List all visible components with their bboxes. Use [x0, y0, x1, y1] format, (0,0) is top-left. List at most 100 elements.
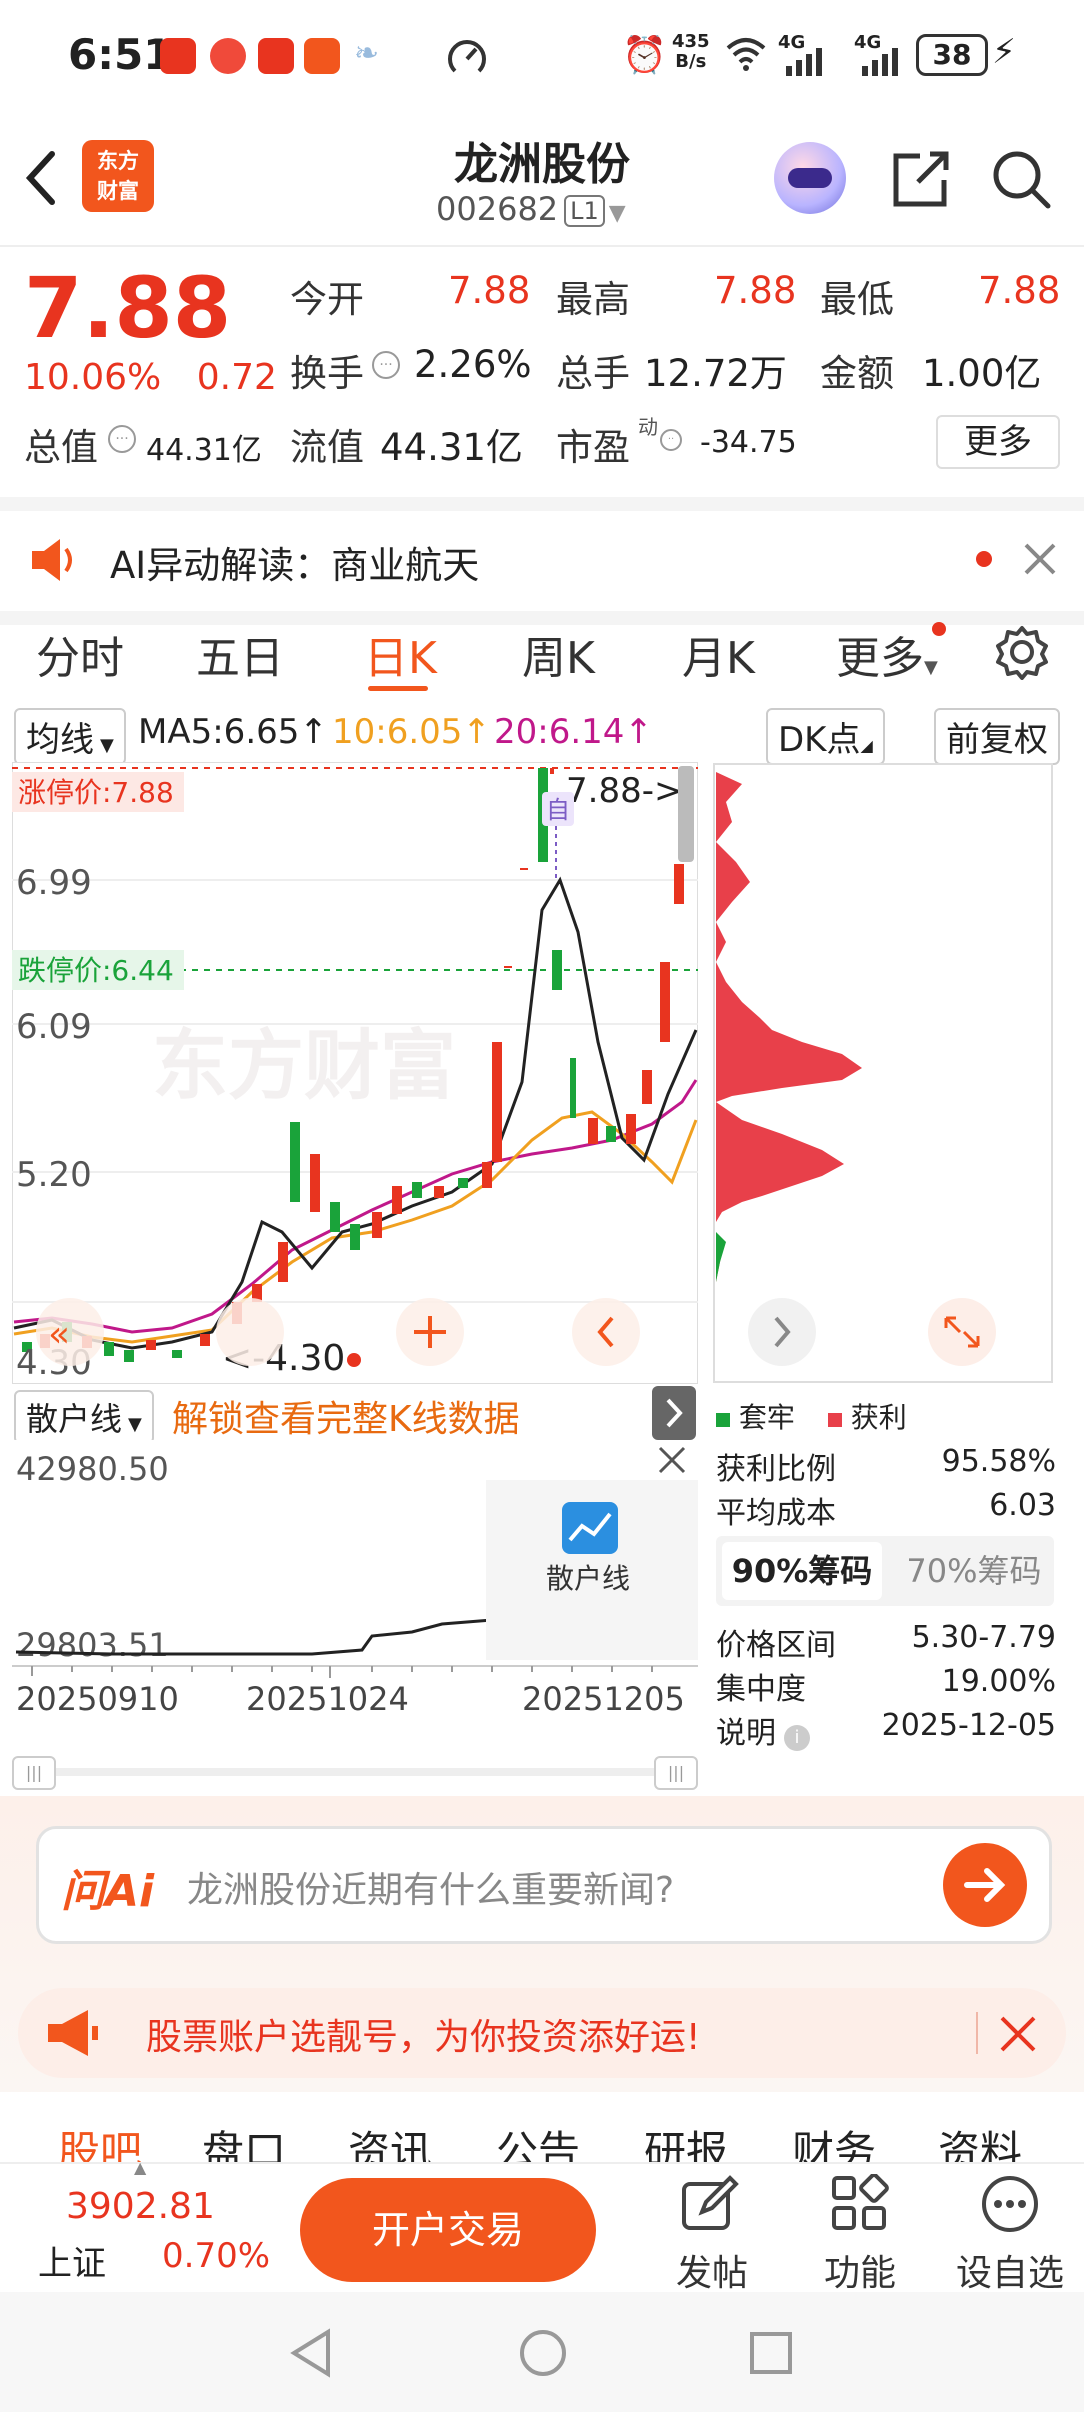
limit-down-label: 跌停价:6.44 — [18, 954, 174, 987]
tab-daily-k[interactable]: 日K — [364, 622, 437, 686]
unlock-kline-link[interactable]: 解锁查看完整K线数据 — [172, 1390, 520, 1442]
tab-monthly-k[interactable]: 月K — [682, 622, 755, 686]
speed-gauge-icon — [448, 40, 486, 78]
tab-research[interactable]: 研报 — [644, 2118, 728, 2162]
float-label: 流值 — [290, 426, 364, 469]
avg-cost-value: 6.03 — [989, 1488, 1056, 1523]
axis-tick: 6.99 — [16, 863, 92, 903]
open-account-trade-button[interactable]: 开户交易 — [300, 2178, 596, 2282]
slider-handle-left[interactable]: ||| — [12, 1756, 56, 1790]
low-value: 7.88 — [978, 269, 1061, 312]
tab-weekly-k[interactable]: 周K — [522, 622, 595, 686]
chevron-down-icon: ▼ — [128, 1414, 142, 1435]
legend-swatch — [716, 1413, 730, 1427]
post-label[interactable]: 发帖 — [676, 2244, 748, 2296]
tab-pankou[interactable]: 盘口 — [202, 2118, 286, 2162]
avg-cost-row: 平均成本 6.03 — [716, 1488, 1056, 1531]
index-value[interactable]: 3902.81 — [66, 2186, 215, 2227]
ai-robot-avatar[interactable] — [774, 142, 846, 214]
date-label: 20251205 — [522, 1680, 685, 1718]
legend-swatch — [827, 1413, 842, 1427]
expand-button[interactable] — [928, 1298, 996, 1366]
apps-grid-icon[interactable] — [830, 2174, 890, 2234]
tab-finance[interactable]: 财务 — [792, 2118, 876, 2162]
next-button[interactable] — [748, 1298, 816, 1366]
more-quote-button[interactable]: 更多 — [936, 415, 1060, 469]
chevron-right-icon — [666, 1398, 683, 1428]
tab-90-chip[interactable]: 90%筹码 — [722, 1542, 882, 1600]
vertical-scrollbar[interactable] — [678, 766, 694, 862]
info-dots-icon[interactable]: ··· — [372, 351, 400, 379]
unread-dot — [976, 551, 992, 567]
slider-handle-right[interactable]: ||| — [654, 1756, 698, 1790]
net-speed-unit: B/s — [675, 51, 707, 72]
nav-recents-icon[interactable] — [748, 2330, 794, 2376]
indicator-selector[interactable]: 散户线 ▼ — [14, 1390, 154, 1444]
kline-chart[interactable]: 东方财富 涨停价:7.88 跌停价:6.44 6.99 6.09 5.20 4.… — [12, 762, 698, 1384]
high-label: 最高 — [556, 278, 630, 321]
tab-news[interactable]: 资讯 — [348, 2118, 432, 2162]
legend-profit: 获利 — [850, 1401, 907, 1434]
info-dots-icon[interactable]: ··· — [108, 425, 136, 453]
zoom-out-button[interactable] — [216, 1298, 284, 1366]
turnover-label: 换手 — [290, 352, 364, 395]
tab-profile[interactable]: 资料 — [938, 2118, 1022, 2162]
level-badge: L1 — [564, 195, 605, 227]
range-slider[interactable]: ||| ||| — [12, 1756, 698, 1790]
open-label: 今开 — [290, 278, 364, 321]
chip-distribution-chart[interactable] — [712, 762, 1054, 1384]
back-arrow-icon[interactable] — [22, 148, 62, 208]
low-label: 最低 — [820, 278, 894, 321]
ask-ai-box[interactable]: 问Ai 龙洲股份近期有什么重要新闻? — [36, 1826, 1052, 1944]
ask-ai-input[interactable]: 龙洲股份近期有什么重要新闻? — [187, 1861, 674, 1913]
status-bar: 6:51 ❧ ⏰ 435 B/s 4G 4G 38 ⚡ — [0, 0, 1084, 110]
concentration-row: 集中度 19.00% — [716, 1664, 1056, 1707]
close-icon[interactable] — [1022, 541, 1058, 577]
tab-intraday[interactable]: 分时 — [36, 622, 124, 686]
tab-five-day[interactable]: 五日 — [196, 622, 284, 686]
app-notification-icon — [210, 38, 246, 74]
edit-post-icon[interactable] — [680, 2174, 740, 2234]
chip-legend: 套牢 获利 — [716, 1396, 907, 1436]
info-icon[interactable]: i — [784, 1725, 810, 1751]
app-notification-icon — [258, 38, 294, 74]
function-label[interactable]: 功能 — [824, 2244, 896, 2296]
active-tab-underline — [368, 686, 428, 691]
nav-home-icon[interactable] — [518, 2328, 568, 2378]
watermark: 东方财富 — [152, 1021, 456, 1110]
ask-ai-submit-button[interactable] — [943, 1843, 1027, 1927]
concentration-value: 19.00% — [941, 1664, 1056, 1699]
retail-line-chart[interactable]: 42980.50 29803.51 散户线 20250910 20251024 … — [12, 1440, 698, 1750]
more-dots-icon[interactable] — [978, 2172, 1042, 2236]
turnover-value: 2.26% — [414, 343, 532, 386]
search-icon[interactable] — [990, 148, 1054, 212]
bottom-action-bar: ▲ 3902.81 上证 0.70% 开户交易 发帖 功能 设自选 — [0, 2158, 1084, 2296]
volume-value: 12.72万 — [644, 352, 787, 395]
add-watchlist-label[interactable]: 设自选 — [956, 2244, 1064, 2296]
dk-point-selector[interactable]: DK点◢ — [766, 708, 885, 765]
close-icon[interactable] — [998, 2014, 1038, 2054]
prev-button[interactable] — [572, 1298, 640, 1366]
adjust-selector[interactable]: 前复权 — [934, 708, 1060, 765]
tab-70-chip[interactable]: 70%筹码 — [894, 1542, 1054, 1600]
promo-banner[interactable]: 股票账户选靓号，为你投资添好运! — [18, 1988, 1066, 2078]
ma-selector[interactable]: 均线 ▼ — [14, 708, 126, 765]
share-icon[interactable] — [890, 148, 952, 210]
tab-more[interactable]: 更多▼ — [836, 622, 938, 686]
stock-code: 002682 — [436, 190, 559, 228]
tab-announcement[interactable]: 公告 — [496, 2118, 580, 2162]
last-price: 7.88 — [24, 259, 232, 357]
battery-level: 38 — [916, 34, 988, 76]
change-percent: 10.06% — [24, 357, 162, 398]
stock-name: 龙洲股份 — [454, 139, 630, 190]
high-value: 7.88 — [714, 269, 797, 312]
info-dots-icon[interactable]: ·· — [660, 429, 682, 451]
stock-header: 东方 财富 龙洲股份 002682 L1 ▼ — [0, 110, 1084, 247]
expand-panel-button[interactable] — [652, 1386, 696, 1440]
amount-label: 金额 — [820, 352, 894, 395]
auto-badge: 自 — [546, 796, 570, 824]
tab-guba[interactable]: 股吧 — [58, 2118, 142, 2162]
stock-code-selector[interactable]: 002682 L1 ▼ — [436, 190, 626, 228]
nav-back-icon[interactable] — [288, 2328, 332, 2378]
settings-gear-icon[interactable] — [994, 624, 1050, 680]
